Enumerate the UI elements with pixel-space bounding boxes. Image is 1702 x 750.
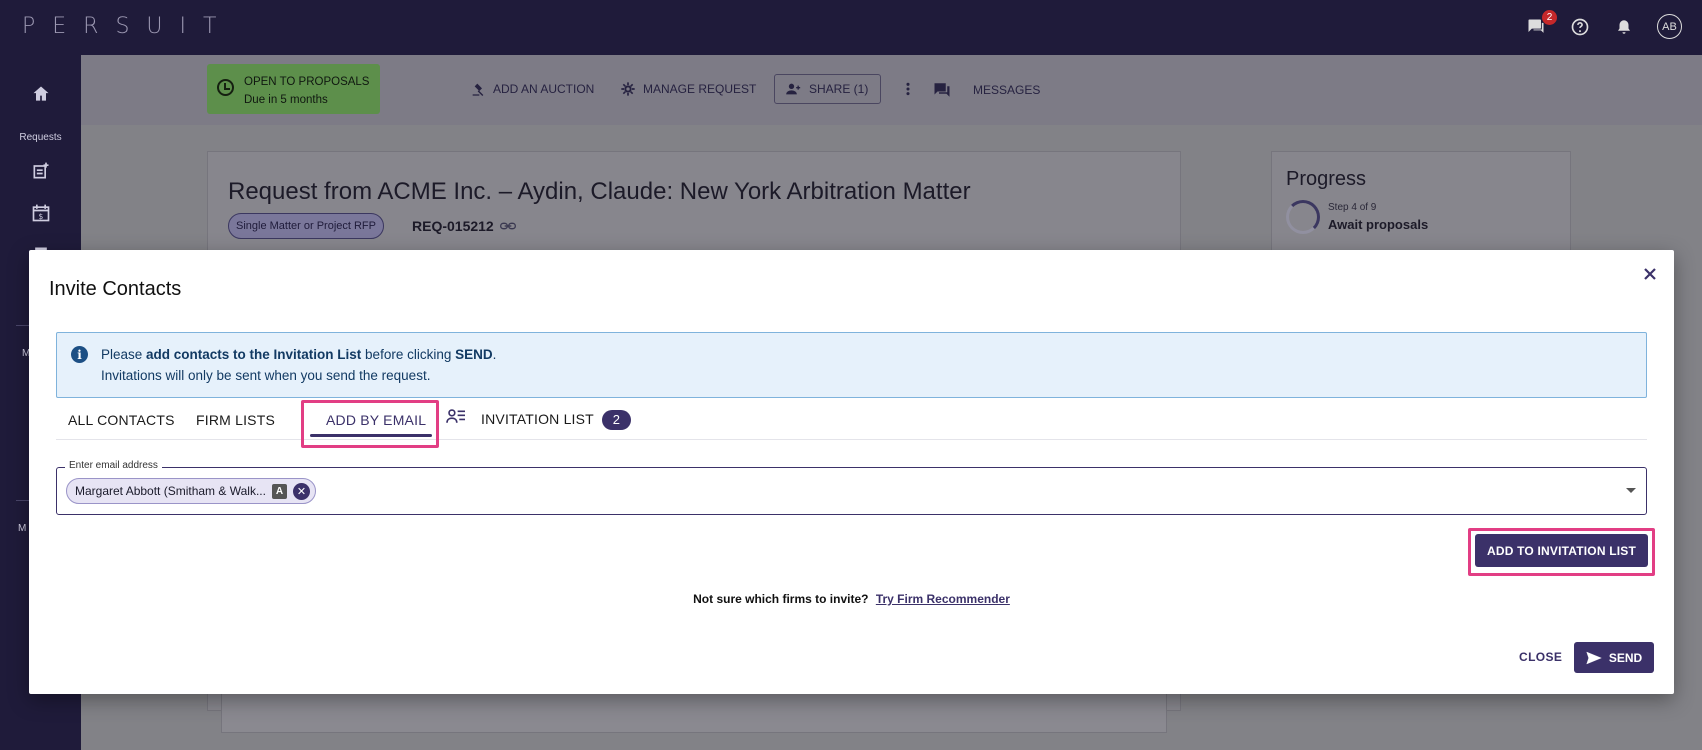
share-label: SHARE (1) [809, 82, 869, 96]
invite-contacts-dialog: Invite Contacts i Please add contacts to… [29, 250, 1674, 694]
contact-type-badge: A [271, 483, 287, 499]
home-icon[interactable] [0, 84, 81, 104]
invite-tabs: ALL CONTACTS FIRM LISTS ADD BY EMAIL INV… [56, 398, 1647, 448]
tab-all-contacts[interactable]: ALL CONTACTS [68, 412, 175, 428]
notifications-bell-icon[interactable] [1613, 16, 1635, 38]
progress-panel: Progress Step 4 of 9 Await proposals [1271, 151, 1571, 251]
email-address-field[interactable]: Enter email address Margaret Abbott (Smi… [56, 460, 1647, 515]
request-id: REQ-015212 [412, 218, 516, 234]
tab-invitation-list-label: INVITATION LIST [481, 411, 594, 427]
persuit-logo[interactable]: PERSUIT [22, 14, 233, 39]
dropdown-arrow-icon[interactable] [1626, 488, 1636, 493]
progress-step: Step 4 of 9 [1328, 202, 1377, 213]
close-icon[interactable] [1640, 264, 1660, 284]
link-icon[interactable] [499, 221, 516, 231]
messages-icon[interactable]: 2 [1525, 9, 1557, 38]
budget-calendar-icon[interactable]: $ [0, 203, 81, 223]
messages-badge: 2 [1542, 9, 1557, 25]
messages-button[interactable]: MESSAGES [932, 81, 1040, 99]
info-banner: i Please add contacts to the Invitation … [56, 332, 1647, 398]
tab-firm-lists[interactable]: FIRM LISTS [196, 412, 275, 428]
more-options-icon[interactable] [905, 81, 911, 97]
close-button[interactable]: CLOSE [1519, 650, 1562, 664]
progress-step-name: Await proposals [1328, 217, 1429, 232]
info-line-2: Invitations will only be sent when you s… [101, 368, 431, 383]
request-type-badge: Single Matter or Project RFP [228, 213, 384, 239]
svg-text:$: $ [38, 212, 43, 221]
email-field-label: Enter email address [65, 460, 162, 471]
request-card-inner [221, 690, 1167, 733]
remove-chip-icon[interactable]: ✕ [292, 482, 310, 500]
dialog-title: Invite Contacts [49, 278, 182, 300]
add-person-icon [786, 83, 801, 95]
person-list-icon[interactable] [446, 408, 466, 428]
invitation-count-badge: 2 [601, 410, 631, 430]
contact-chip-label: Margaret Abbott (Smitham & Walk... [75, 484, 266, 498]
contact-chip[interactable]: Margaret Abbott (Smitham & Walk... A ✕ [66, 478, 316, 504]
send-button[interactable]: SEND [1574, 642, 1654, 673]
send-icon [1586, 651, 1602, 664]
info-line-1: Please add contacts to the Invitation Li… [101, 347, 497, 362]
progress-ring [1286, 200, 1320, 234]
request-title: Request from ACME Inc. – Aydin, Claude: … [228, 178, 971, 205]
share-button[interactable]: SHARE (1) [785, 81, 868, 97]
tab-invitation-list[interactable]: INVITATION LIST 2 [481, 410, 631, 430]
add-auction-label: ADD AN AUCTION [493, 82, 595, 96]
clock-icon [217, 79, 234, 96]
tab-highlight-outline [301, 400, 439, 448]
recommender-question: Not sure which firms to invite? [693, 592, 869, 606]
top-icons: 2 AB [1525, 9, 1682, 39]
add-auction-button[interactable]: ADD AN AUCTION [470, 81, 594, 97]
status-due: Due in 5 months [244, 94, 328, 106]
messages-label: MESSAGES [973, 83, 1041, 97]
status-open-to-proposals: OPEN TO PROPOSALS Due in 5 months [207, 64, 380, 114]
new-request-icon[interactable] [0, 161, 81, 181]
rail-requests-label: Requests [19, 132, 62, 143]
try-firm-recommender-link[interactable]: Try Firm Recommender [876, 592, 1010, 606]
manage-request-button[interactable]: MANAGE REQUEST [620, 81, 756, 97]
progress-title: Progress [1286, 168, 1367, 190]
add-to-invitation-list-button[interactable]: ADD TO INVITATION LIST [1475, 534, 1648, 567]
request-id-text: REQ-015212 [412, 218, 494, 234]
top-bar: PERSUIT 2 AB [0, 0, 1702, 55]
firm-recommender-prompt: Not sure which firms to invite? Try Firm… [29, 592, 1674, 606]
manage-request-label: MANAGE REQUEST [643, 82, 757, 96]
user-avatar[interactable]: AB [1657, 14, 1682, 39]
gavel-icon [472, 83, 484, 96]
help-icon[interactable] [1569, 16, 1591, 38]
gear-icon [621, 82, 635, 96]
info-icon: i [71, 346, 88, 363]
chat-icon [934, 83, 950, 97]
status-title: OPEN TO PROPOSALS [244, 76, 370, 88]
send-button-label: SEND [1608, 650, 1643, 665]
